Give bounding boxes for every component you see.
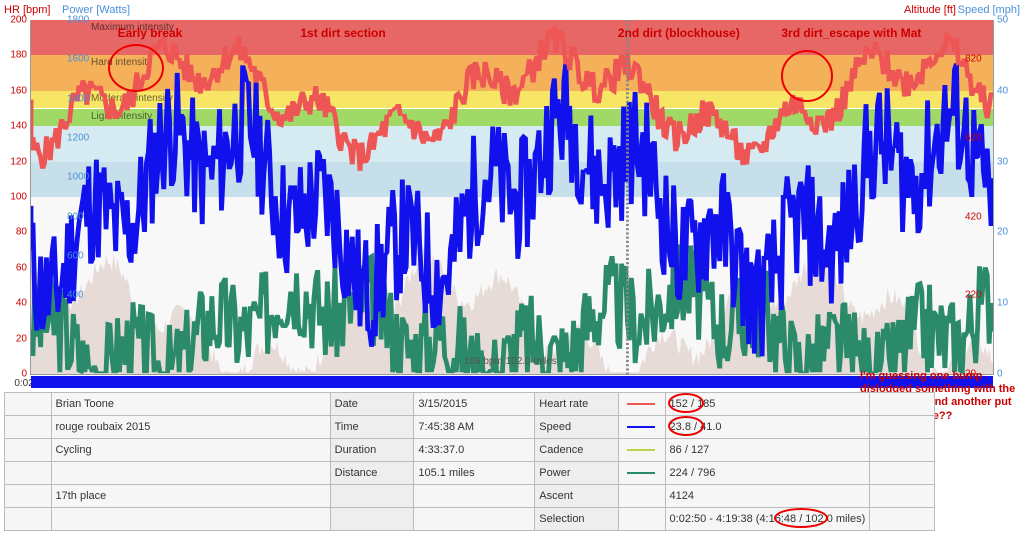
table-row: Distance105.1 milesPower224 / 796 — [5, 462, 935, 485]
hand-circle — [781, 50, 833, 102]
ytick-power: 1400 — [67, 93, 89, 104]
legend-swatch — [627, 472, 655, 474]
ytick-hr: 200 — [10, 15, 27, 26]
ytick-speed: 50 — [997, 15, 1008, 26]
hand-circle — [774, 508, 828, 528]
time-scrubber[interactable] — [31, 376, 993, 388]
legend-swatch — [627, 403, 655, 405]
ytick-hr: 140 — [10, 121, 27, 132]
ytick-power: 1200 — [67, 133, 89, 144]
annotation: Early break — [118, 26, 183, 40]
annotation: 2nd dirt (blockhouse) — [618, 26, 740, 40]
hand-circle — [668, 393, 704, 413]
ytick-alt: 820 — [965, 54, 982, 65]
table-row: CyclingDuration4:33:37.0Cadence86 / 127 — [5, 439, 935, 462]
ytick-hr: 80 — [16, 227, 27, 238]
ytick-speed: 10 — [997, 298, 1008, 309]
ytick-hr: 20 — [16, 333, 27, 344]
ytick-speed: 30 — [997, 156, 1008, 167]
ytick-hr: 60 — [16, 262, 27, 273]
ytick-alt: 420 — [965, 211, 982, 222]
legend-swatch — [627, 449, 655, 451]
chart-area[interactable]: Maximum intensityHard intensityModerate … — [30, 20, 994, 375]
chart-svg — [31, 20, 993, 374]
axis-label-alt: Altitude [ft] — [904, 4, 956, 16]
ytick-alt: 220 — [965, 290, 982, 301]
annotation: 1st dirt section — [300, 26, 385, 40]
app: HR [bpm] Power [Watts] Altitude [ft] Spe… — [0, 0, 1024, 533]
ytick-speed: 20 — [997, 227, 1008, 238]
ytick-power: 1000 — [67, 172, 89, 183]
ytick-power: 600 — [67, 251, 84, 262]
hand-circle — [668, 416, 704, 436]
ytick-power: 800 — [67, 211, 84, 222]
ytick-power: 1800 — [67, 15, 89, 26]
table-row: Brian TooneDate3/15/2015Heart rate152 / … — [5, 393, 935, 416]
hand-circle — [108, 44, 164, 92]
ytick-power: 400 — [67, 290, 84, 301]
legend-swatch — [627, 426, 655, 428]
hover-tooltip: 169 bpm 102.0 miles — [464, 356, 557, 367]
ytick-speed: 40 — [997, 85, 1008, 96]
table-row: rouge roubaix 2015Time7:45:38 AMSpeed23.… — [5, 416, 935, 439]
ytick-power: 1600 — [67, 54, 89, 65]
table-row: 17th placeAscent4124 — [5, 485, 935, 508]
axis-label-speed: Speed [mph] — [958, 4, 1020, 16]
summary-table: Brian TooneDate3/15/2015Heart rate152 / … — [4, 392, 935, 531]
ytick-alt: 620 — [965, 133, 982, 144]
annotation: 3rd dirt_escape with Mat — [781, 26, 921, 40]
ytick-hr: 120 — [10, 156, 27, 167]
ytick-hr: 160 — [10, 85, 27, 96]
table-row: Selection0:02:50 - 4:19:38 (4:16:48 / 10… — [5, 508, 935, 531]
ytick-hr: 40 — [16, 298, 27, 309]
ytick-hr: 180 — [10, 50, 27, 61]
ytick-hr: 100 — [10, 192, 27, 203]
